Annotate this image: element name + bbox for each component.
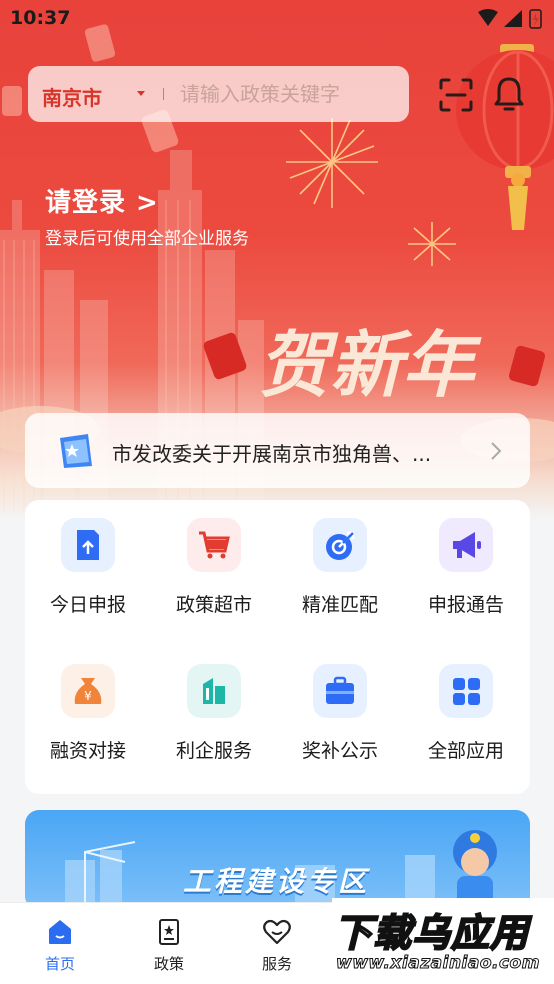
scan-icon[interactable] bbox=[438, 77, 474, 113]
grid-item-policy-market[interactable]: 政策超市 bbox=[151, 500, 277, 620]
grid-label: 申报通告 bbox=[427, 594, 504, 616]
tab-label: 服务 bbox=[261, 955, 292, 973]
bell-icon[interactable] bbox=[490, 75, 528, 113]
grid-item-award-publicity[interactable]: 奖补公示 bbox=[277, 646, 403, 766]
fireworks-decoration bbox=[286, 118, 456, 266]
login-link[interactable]: 请登录 > bbox=[45, 182, 159, 219]
grid-item-today-report[interactable]: 今日申报 bbox=[25, 500, 151, 620]
lantern-decoration bbox=[456, 44, 554, 230]
grid-label: 利企服务 bbox=[175, 740, 252, 762]
status-bar: 10:37 bbox=[0, 0, 554, 38]
tab-policy[interactable]: 政策 bbox=[114, 903, 224, 984]
grid-label: 全部应用 bbox=[427, 740, 504, 762]
status-time: 10:37 bbox=[10, 7, 71, 29]
notice-icon bbox=[60, 434, 92, 468]
signal-icon bbox=[504, 10, 522, 27]
search-input[interactable] bbox=[180, 81, 395, 107]
status-icons bbox=[478, 9, 542, 29]
apps-grid-icon bbox=[439, 664, 493, 718]
search-divider bbox=[163, 88, 164, 100]
city-selector[interactable]: 南京市 bbox=[42, 82, 102, 111]
target-icon bbox=[313, 518, 367, 572]
tab-home[interactable]: 首页 bbox=[5, 903, 115, 984]
tab-service[interactable]: 服务 bbox=[222, 903, 332, 984]
grid-label: 今日申报 bbox=[49, 594, 126, 616]
calligraphy-text: 贺新年 bbox=[258, 322, 482, 407]
watermark-title: 下载乌应用 bbox=[333, 910, 530, 956]
notice-text: 市发改委关于开展南京市独角兽、... bbox=[112, 442, 432, 466]
chevron-right-icon bbox=[491, 442, 502, 460]
wifi-icon bbox=[478, 9, 498, 26]
construction-zone-banner[interactable]: 工程建设专区 bbox=[25, 810, 530, 910]
grid-item-announcement[interactable]: 申报通告 bbox=[403, 500, 529, 620]
grid-item-financing[interactable]: ¥ 融资对接 bbox=[25, 646, 151, 766]
home-icon bbox=[49, 920, 71, 944]
grid-item-precise-match[interactable]: 精准匹配 bbox=[277, 500, 403, 620]
grid-label: 融资对接 bbox=[49, 740, 126, 762]
grid-label: 政策超市 bbox=[175, 594, 252, 616]
briefcase-icon bbox=[313, 664, 367, 718]
grid-label: 奖补公示 bbox=[301, 740, 378, 762]
search-bar[interactable]: 南京市 bbox=[28, 66, 409, 122]
grid-item-enterprise-service[interactable]: 利企服务 bbox=[151, 646, 277, 766]
login-subtitle: 登录后可使用全部企业服务 bbox=[45, 229, 249, 249]
quick-actions-grid: 今日申报 政策超市 精准匹配 申报通告 ¥ 融资对接 利企服务 奖补公示 全部应… bbox=[25, 500, 530, 794]
heart-icon bbox=[263, 919, 291, 945]
money-bag-icon: ¥ bbox=[61, 664, 115, 718]
grid-item-all-apps[interactable]: 全部应用 bbox=[403, 646, 529, 766]
policy-doc-icon bbox=[159, 919, 179, 945]
watermark: 下载乌应用 www.xiazainiao.com bbox=[332, 898, 554, 984]
notice-bar[interactable]: 市发改委关于开展南京市独角兽、... bbox=[25, 413, 530, 488]
svg-text:¥: ¥ bbox=[84, 689, 92, 703]
megaphone-icon bbox=[439, 518, 493, 572]
shopping-cart-icon bbox=[187, 518, 241, 572]
watermark-url: www.xiazainiao.com bbox=[336, 953, 540, 974]
grid-label: 精准匹配 bbox=[301, 594, 378, 616]
caret-down-icon bbox=[137, 91, 145, 96]
tab-label: 首页 bbox=[44, 955, 75, 973]
buildings-icon bbox=[187, 664, 241, 718]
document-upload-icon bbox=[61, 518, 115, 572]
banner-title: 工程建设专区 bbox=[183, 865, 370, 898]
tab-label: 政策 bbox=[153, 955, 184, 973]
